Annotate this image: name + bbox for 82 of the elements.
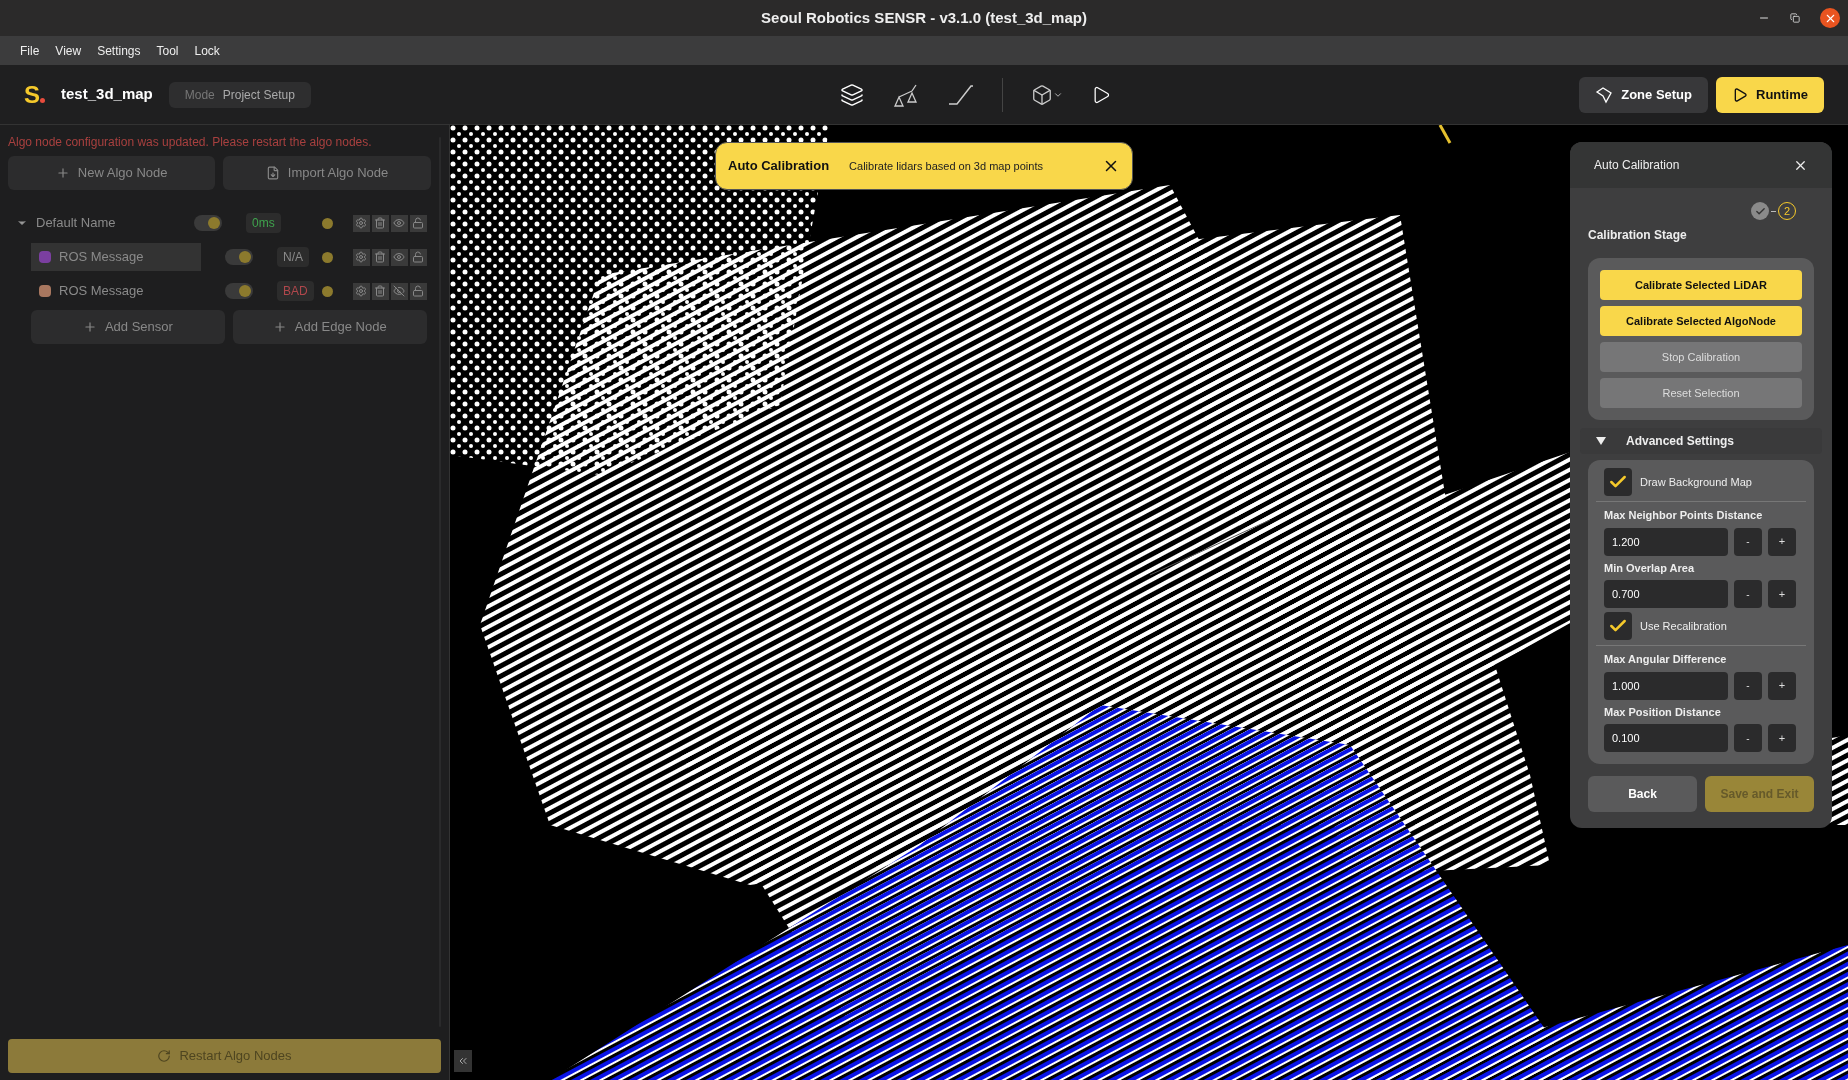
increment-button[interactable]: +: [1768, 724, 1796, 752]
checkbox[interactable]: [1604, 468, 1632, 496]
restart-icon: [157, 1049, 172, 1063]
sensor-name: ROS Message: [59, 282, 144, 301]
status-badge: N/A: [277, 247, 309, 267]
restore-icon[interactable]: [1790, 13, 1800, 23]
trash-icon[interactable]: [371, 214, 389, 232]
plus-icon: [272, 320, 287, 334]
decrement-button[interactable]: -: [1734, 724, 1762, 752]
window-title: Seoul Robotics SENSR - v3.1.0 (test_3d_map): [761, 7, 1087, 28]
menu-item[interactable]: Tool: [156, 41, 179, 60]
add-edge-node-button[interactable]: Add Edge Node: [232, 310, 427, 344]
unlock-icon[interactable]: [409, 282, 427, 300]
field-label: Max Angular Difference: [1604, 652, 1728, 667]
import-node-button[interactable]: Import Algo Node: [223, 156, 431, 190]
trash-icon[interactable]: [371, 282, 389, 300]
number-field[interactable]: 1.200: [1604, 527, 1728, 556]
field-label: Max Position Distance: [1604, 704, 1722, 720]
advanced-settings-header[interactable]: Advanced Settings: [1580, 428, 1822, 454]
back-button[interactable]: Back: [1588, 776, 1697, 812]
status-badge: 0ms: [246, 213, 281, 233]
cube-dropdown-icon[interactable]: [1030, 83, 1063, 106]
plus-icon: [82, 320, 97, 334]
play-icon: [1732, 86, 1748, 103]
number-field[interactable]: 1.000: [1604, 671, 1728, 700]
section-title: Calibration Stage: [1587, 227, 1688, 244]
field-label: Min Overlap Area: [1604, 560, 1696, 576]
project-name: test_3d_map: [61, 84, 153, 105]
add-sensor-button[interactable]: Add Sensor: [31, 310, 225, 344]
eye-closed-icon[interactable]: [390, 282, 408, 300]
collapse-panel-icon[interactable]: [454, 1050, 472, 1072]
layers-icon[interactable]: [839, 82, 864, 107]
toast-title: Auto Calibration: [728, 157, 830, 176]
status-badge: BAD: [277, 281, 314, 301]
checkbox-label: Use Recalibration: [1640, 618, 1727, 634]
import-icon: [265, 166, 280, 180]
warning-message: Algo node configuration was updated. Please restart the algo nodes.: [8, 134, 373, 151]
runtime-button[interactable]: Runtime: [1716, 76, 1824, 113]
tree-item[interactable]: ROS Message: [31, 243, 201, 271]
menu-item[interactable]: File: [20, 41, 40, 60]
zone-icon: [1595, 85, 1614, 104]
eye-icon[interactable]: [390, 248, 408, 266]
settings-icon[interactable]: [352, 282, 370, 300]
increment-button[interactable]: +: [1768, 580, 1796, 608]
increment-button[interactable]: +: [1768, 671, 1796, 700]
decrement-button[interactable]: -: [1734, 527, 1762, 556]
panel-title: Auto Calibration: [1594, 157, 1680, 174]
toast-message: Calibrate lidars based on 3d map points: [849, 158, 1043, 174]
zone-setup-button[interactable]: Zone Setup: [1579, 76, 1708, 113]
unlock-icon[interactable]: [409, 214, 427, 232]
decrement-button[interactable]: -: [1734, 580, 1762, 608]
unlock-icon[interactable]: [409, 248, 427, 266]
number-field[interactable]: 0.700: [1604, 580, 1728, 608]
decrement-button[interactable]: -: [1734, 671, 1762, 700]
settings-icon[interactable]: [352, 214, 370, 232]
toggle-switch[interactable]: [194, 215, 222, 231]
stage-button[interactable]: Calibrate Selected AlgoNode: [1600, 306, 1802, 336]
trash-icon[interactable]: [371, 248, 389, 266]
number-field[interactable]: 0.100: [1604, 724, 1728, 752]
toggle-switch[interactable]: [225, 249, 253, 265]
slope-icon[interactable]: [947, 83, 974, 106]
checkbox-label: Draw Background Map: [1640, 474, 1752, 490]
sensor-name: ROS Message: [59, 248, 144, 267]
mode-label: Mode: [184, 86, 215, 104]
menu-item[interactable]: Lock: [194, 41, 220, 60]
settings-icon[interactable]: [352, 248, 370, 266]
plus-icon: [55, 166, 70, 180]
tree-item[interactable]: ROS Message: [31, 277, 201, 305]
new-node-button[interactable]: New Algo Node: [8, 156, 216, 190]
caret-icon: [1596, 437, 1606, 445]
menu-item[interactable]: View: [55, 41, 82, 60]
mode-value: Project Setup: [222, 86, 295, 104]
field-label: Max Neighbor Points Distance: [1604, 508, 1764, 523]
close-icon[interactable]: [1820, 8, 1840, 28]
checkbox[interactable]: [1604, 612, 1632, 640]
app-logo: S: [24, 76, 45, 113]
menu-item[interactable]: Settings: [97, 41, 141, 60]
eye-icon[interactable]: [390, 214, 408, 232]
toggle-switch[interactable]: [225, 283, 253, 299]
stage-button[interactable]: Calibrate Selected LiDAR: [1600, 270, 1802, 300]
group-name: Default Name: [36, 214, 116, 233]
increment-button[interactable]: +: [1768, 527, 1796, 556]
